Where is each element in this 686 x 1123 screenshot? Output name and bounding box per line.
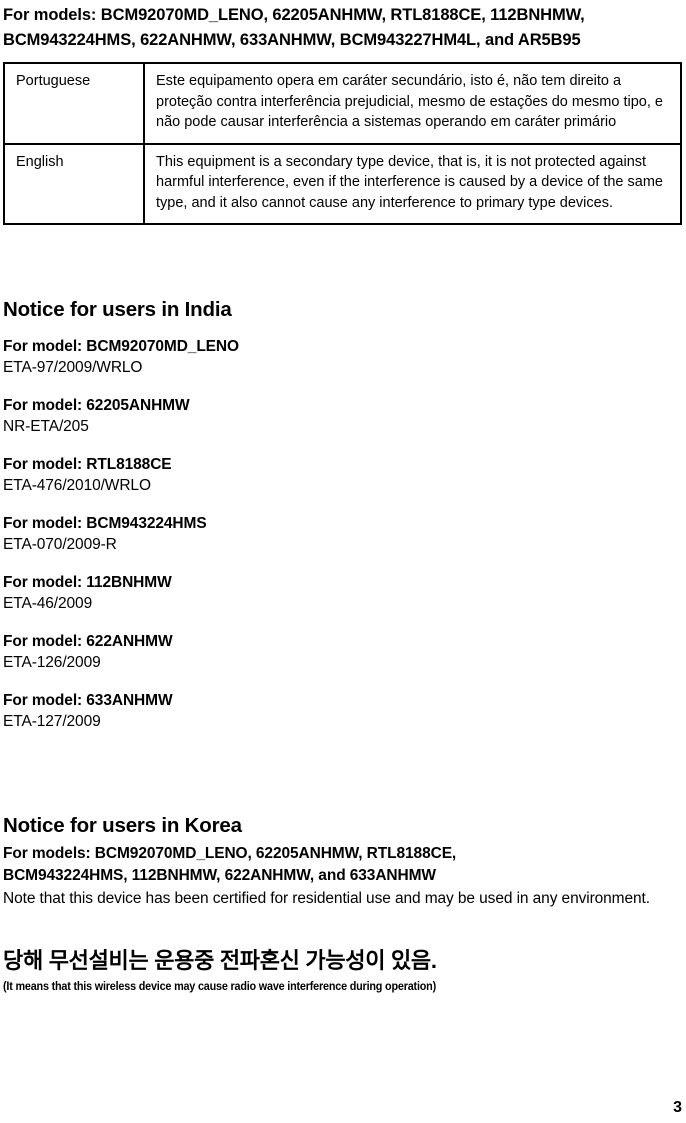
document-page: For models: BCM92070MD_LENO, 62205ANHMW,… — [0, 0, 686, 1123]
india-model-entry-5: For model: 112BNHMW ETA-46/2009 — [3, 572, 503, 614]
page-top-heading: For models: BCM92070MD_LENO, 62205ANHMW,… — [3, 3, 679, 53]
page-number: 3 — [673, 1099, 682, 1116]
model-code: ETA-476/2010/WRLO — [3, 477, 151, 494]
top-heading-line-2: BCM943224HMS, 622ANHMW, 633ANHMW, BCM943… — [3, 31, 581, 49]
korean-warning-text: 당해 무선설비는 운용중 전파혼신 가능성이 있음. — [3, 948, 437, 973]
model-code: ETA-97/2009/WRLO — [3, 359, 143, 376]
model-code: NR-ETA/205 — [3, 418, 89, 435]
model-title: For model: BCM92070MD_LENO — [3, 338, 239, 355]
model-title: For model: 622ANHMW — [3, 633, 173, 650]
section-heading-india: Notice for users in India — [3, 298, 232, 321]
india-model-entry-2: For model: 62205ANHMW NR-ETA/205 — [3, 395, 503, 437]
model-title: For model: BCM943224HMS — [3, 515, 207, 532]
model-title: For model: 112BNHMW — [3, 574, 172, 591]
model-code: ETA-070/2009-R — [3, 536, 117, 553]
table-cell-language: English — [3, 142, 145, 225]
korea-certification-note: Note that this device has been certified… — [3, 890, 650, 907]
india-model-entry-7: For model: 633ANHMW ETA-127/2009 — [3, 690, 503, 732]
model-code: ETA-46/2009 — [3, 595, 93, 612]
section-heading-korea: Notice for users in Korea — [3, 814, 242, 837]
model-title: For model: 62205ANHMW — [3, 397, 190, 414]
model-code: ETA-127/2009 — [3, 713, 101, 730]
table-row: English This equipment is a secondary ty… — [3, 142, 682, 225]
india-model-entry-6: For model: 622ANHMW ETA-126/2009 — [3, 631, 503, 673]
korea-models-list: For models: BCM92070MD_LENO, 62205ANHMW,… — [3, 843, 679, 886]
india-model-entry-4: For model: BCM943224HMS ETA-070/2009-R — [3, 513, 503, 555]
top-heading-line-1: For models: BCM92070MD_LENO, 62205ANHMW,… — [3, 6, 585, 24]
model-title: For model: 633ANHMW — [3, 692, 173, 709]
korea-models-line-2: BCM943224HMS, 112BNHMW, 622ANHMW, and 63… — [3, 866, 436, 884]
india-model-entry-3: For model: RTL8188CE ETA-476/2010/WRLO — [3, 454, 503, 496]
model-title: For model: RTL8188CE — [3, 456, 172, 473]
korean-warning-translation: (It means that this wireless device may … — [3, 981, 437, 993]
india-model-entry-1: For model: BCM92070MD_LENO ETA-97/2009/W… — [3, 336, 503, 378]
table-cell-language: Portuguese — [3, 62, 145, 145]
language-notice-table: Portuguese Este equipamento opera em car… — [3, 62, 682, 225]
korea-models-line-1: For models: BCM92070MD_LENO, 62205ANHMW,… — [3, 845, 457, 862]
model-code: ETA-126/2009 — [3, 654, 101, 671]
table-row: Portuguese Este equipamento opera em car… — [3, 62, 682, 145]
table-cell-notice-text: Este equipamento opera em caráter secund… — [143, 62, 682, 145]
table-cell-notice-text: This equipment is a secondary type devic… — [143, 142, 682, 225]
